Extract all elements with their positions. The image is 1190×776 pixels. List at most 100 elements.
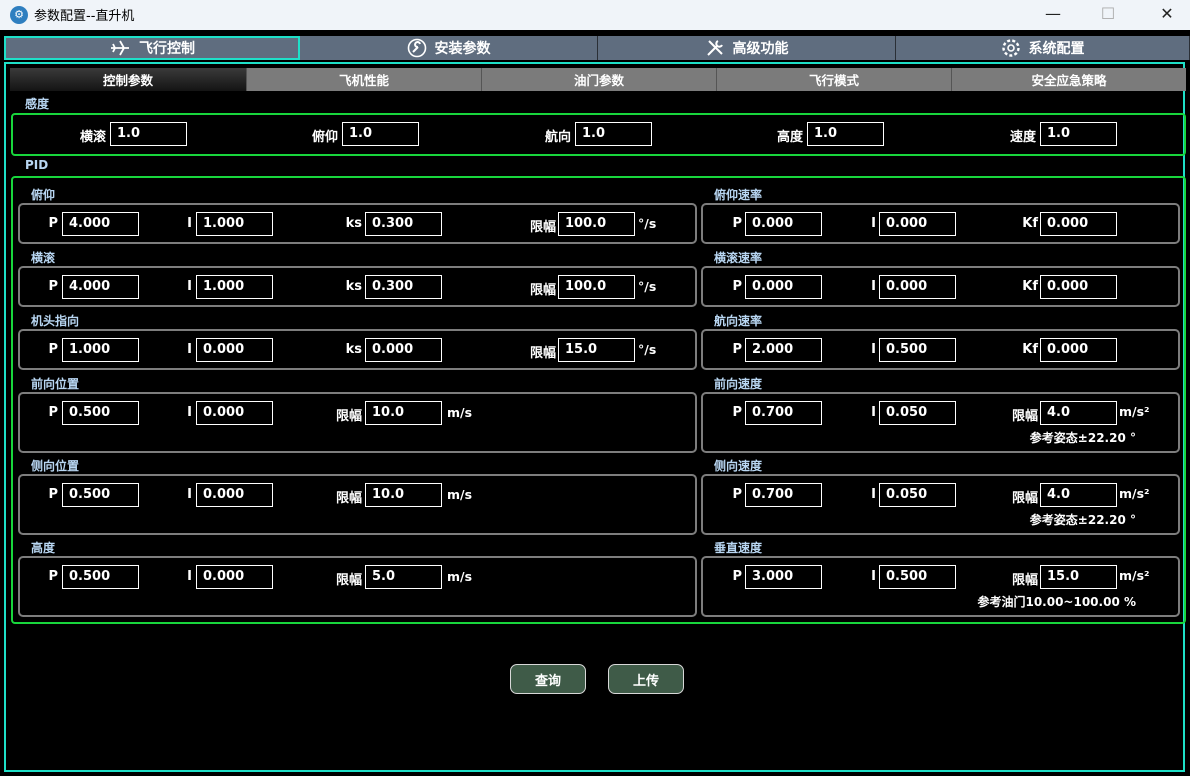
maximize-button[interactable]: ☐ [1085, 0, 1131, 30]
p-field[interactable]: 0.000 [745, 212, 822, 236]
kf-field[interactable]: 0.000 [1040, 275, 1117, 299]
i-field[interactable]: 0.050 [879, 401, 956, 425]
left-group-title: 侧向位置 [31, 459, 80, 473]
p-field[interactable]: 0.500 [62, 565, 139, 589]
limit-field[interactable]: 4.0 [1040, 401, 1117, 425]
kf-field[interactable]: 0.000 [1040, 212, 1117, 236]
limit-field[interactable]: 15.0 [558, 338, 635, 362]
p-field[interactable]: 0.000 [745, 275, 822, 299]
query-button[interactable]: 查询 [510, 664, 586, 694]
i-label: I [871, 279, 876, 294]
p-field[interactable]: 2.000 [745, 338, 822, 362]
ks-label: ks [345, 216, 362, 231]
altitude-sensitivity-label: 高度 [776, 130, 803, 145]
speed-sensitivity-field[interactable]: 1.0 [1040, 122, 1117, 146]
right-group-title: 侧向速度 [714, 459, 763, 473]
p-label: P [48, 569, 58, 584]
subtab-aircraft-performance[interactable]: 飞机性能 [246, 68, 481, 91]
roll-sensitivity-label: 横滚 [79, 130, 106, 145]
limit-label: 限幅 [1011, 409, 1038, 424]
unit-label: °/s [638, 279, 657, 294]
p-label: P [732, 487, 742, 502]
p-label: P [48, 405, 58, 420]
i-field[interactable]: 0.500 [879, 565, 956, 589]
p-label: P [48, 487, 58, 502]
tab-flight-control[interactable]: 飞行控制 [4, 36, 300, 60]
subtab-safety-strategy[interactable]: 安全应急策略 [951, 68, 1186, 91]
airplane-icon [109, 39, 131, 57]
limit-label: 限幅 [529, 283, 556, 298]
roll-sensitivity-field[interactable]: 1.0 [110, 122, 187, 146]
right-group-title: 前向速度 [714, 377, 763, 391]
limit-field[interactable]: 10.0 [365, 401, 442, 425]
altitude-sensitivity-field[interactable]: 1.0 [807, 122, 884, 146]
subtab-control-params[interactable]: 控制参数 [10, 68, 246, 91]
limit-field[interactable]: 4.0 [1040, 483, 1117, 507]
subtab-flight-mode[interactable]: 飞行模式 [716, 68, 951, 91]
p-label: P [732, 216, 742, 231]
limit-field[interactable]: 100.0 [558, 275, 635, 299]
p-field[interactable]: 0.700 [745, 401, 822, 425]
p-field[interactable]: 1.000 [62, 338, 139, 362]
i-field[interactable]: 0.000 [196, 401, 273, 425]
p-field[interactable]: 3.000 [745, 565, 822, 589]
tab-label: 安装参数 [434, 41, 491, 57]
tab-advanced[interactable]: 高级功能 [598, 36, 896, 60]
limit-field[interactable]: 100.0 [558, 212, 635, 236]
i-field[interactable]: 0.000 [196, 565, 273, 589]
subtab-throttle-params[interactable]: 油门参数 [481, 68, 716, 91]
unit-label: m/s² [1119, 486, 1150, 501]
p-label: P [732, 569, 742, 584]
i-label: I [871, 216, 876, 231]
unit-label: m/s² [1119, 404, 1150, 419]
limit-field[interactable]: 5.0 [365, 565, 442, 589]
p-field[interactable]: 4.000 [62, 275, 139, 299]
sensitivity-title: 感度 [25, 97, 50, 111]
i-field[interactable]: 0.000 [879, 275, 956, 299]
i-field[interactable]: 1.000 [196, 212, 273, 236]
p-label: P [732, 405, 742, 420]
p-field[interactable]: 0.500 [62, 483, 139, 507]
limit-field[interactable]: 15.0 [1040, 565, 1117, 589]
left-group-title: 机头指向 [31, 314, 80, 328]
p-field[interactable]: 0.700 [745, 483, 822, 507]
i-label: I [187, 342, 192, 357]
right-group-title: 航向速率 [714, 314, 763, 328]
unit-label: m/s [447, 569, 473, 584]
ks-field[interactable]: 0.300 [365, 212, 442, 236]
limit-field[interactable]: 10.0 [365, 483, 442, 507]
i-label: I [871, 342, 876, 357]
i-field[interactable]: 1.000 [196, 275, 273, 299]
yaw-sensitivity-field[interactable]: 1.0 [575, 122, 652, 146]
tab-install-params[interactable]: 安装参数 [300, 36, 598, 60]
i-field[interactable]: 0.000 [196, 483, 273, 507]
pitch-sensitivity-field[interactable]: 1.0 [342, 122, 419, 146]
kf-field[interactable]: 0.000 [1040, 338, 1117, 362]
i-field[interactable]: 0.000 [879, 212, 956, 236]
i-label: I [187, 405, 192, 420]
ks-label: ks [345, 342, 362, 357]
i-field[interactable]: 0.500 [879, 338, 956, 362]
minimize-button[interactable]: — [1030, 0, 1076, 30]
p-label: P [732, 342, 742, 357]
unit-label: °/s [638, 342, 657, 357]
i-label: I [187, 569, 192, 584]
p-field[interactable]: 4.000 [62, 212, 139, 236]
i-field[interactable]: 0.000 [196, 338, 273, 362]
limit-label: 限幅 [529, 346, 556, 361]
unit-label: °/s [638, 216, 657, 231]
right-group-title: 横滚速率 [714, 251, 763, 265]
close-button[interactable]: ✕ [1144, 0, 1190, 30]
i-field[interactable]: 0.050 [879, 483, 956, 507]
reference-note: 参考油门10.00~100.00 % [977, 595, 1136, 609]
tab-system-config[interactable]: 系统配置 [896, 36, 1190, 60]
right-group-title: 俯仰速率 [714, 188, 763, 202]
tab-label: 系统配置 [1028, 41, 1085, 57]
wrench-circle-icon [407, 38, 427, 58]
yaw-sensitivity-label: 航向 [544, 130, 571, 145]
ks-field[interactable]: 0.300 [365, 275, 442, 299]
ks-field[interactable]: 0.000 [365, 338, 442, 362]
upload-button[interactable]: 上传 [608, 664, 684, 694]
p-field[interactable]: 0.500 [62, 401, 139, 425]
i-label: I [871, 569, 876, 584]
